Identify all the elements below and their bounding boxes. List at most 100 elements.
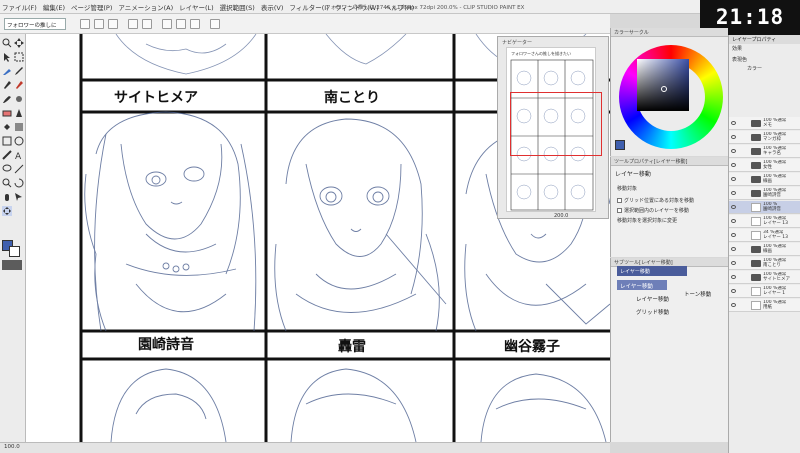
layer-name: 100 %通常 レイヤー 13 [763, 216, 789, 226]
eye-icon[interactable] [731, 191, 736, 195]
eye-icon[interactable] [731, 177, 736, 181]
option-selection-move[interactable]: 選択範囲内のレイヤーを移動 [617, 207, 689, 214]
zoom-tool-icon[interactable] [2, 38, 12, 48]
layer-thumbnail [751, 301, 761, 310]
layer-row[interactable]: 100 %通常 女性 [729, 159, 800, 172]
pen-tool-icon[interactable] [2, 80, 12, 90]
eye-icon[interactable] [731, 275, 736, 279]
sub-color-swatch[interactable] [9, 246, 20, 257]
sub-tool-group-tab[interactable]: レイヤー移動 [617, 266, 687, 276]
layer-row[interactable]: 100 %通常 レイヤー 1 [729, 285, 800, 298]
eye-icon[interactable] [731, 205, 736, 209]
navigator-thumbnail[interactable]: フォロワーさんの推しを描きたい [506, 47, 602, 212]
brush-tool-icon[interactable] [2, 94, 12, 104]
pencil-tool-icon[interactable] [14, 80, 24, 90]
menu-view[interactable]: 表示(V) [261, 2, 284, 12]
save-button[interactable] [108, 19, 118, 29]
new-file-button[interactable] [80, 19, 90, 29]
layer-row[interactable]: 100 %通常 用紙 [729, 299, 800, 312]
eye-icon[interactable] [731, 303, 736, 307]
blend-tool-icon[interactable] [14, 108, 24, 118]
deselect-button[interactable] [190, 19, 200, 29]
snap-ruler-button[interactable] [210, 19, 220, 29]
layer-row[interactable]: 100 %通常 キャラ名 [729, 145, 800, 158]
layer-row[interactable]: 34 %通常 レイヤー 13 [729, 229, 800, 242]
layer-row[interactable]: 100 %通常 線画 [729, 243, 800, 256]
airbrush-icon[interactable] [14, 94, 24, 104]
move-tool-icon[interactable] [14, 38, 24, 48]
eye-icon[interactable] [731, 149, 736, 153]
eraser-tool-icon[interactable] [2, 108, 12, 118]
folder-icon [751, 148, 761, 155]
layer-row[interactable]: 100 %通常 園崎詩音 [729, 187, 800, 200]
color-cursor[interactable] [661, 86, 667, 92]
zoom-value[interactable]: 100.0 [4, 444, 20, 450]
menu-edit[interactable]: 編集(E) [43, 2, 65, 12]
search-icon[interactable] [2, 178, 12, 188]
sub-tool-layer-move[interactable]: レイヤー移動 [617, 280, 667, 290]
layer-name: 100 %通常 南ことり [763, 258, 787, 268]
layer-row[interactable]: 100 %通常 レイヤー 13 [729, 215, 800, 228]
rotate-icon[interactable] [14, 178, 24, 188]
layer-name: 100 %通常 用紙 [763, 300, 787, 310]
expression-color-value[interactable]: カラー [747, 65, 762, 72]
layer-row[interactable]: 100 %通常 メモ [729, 117, 800, 130]
menu-file[interactable]: ファイル(F) [2, 2, 37, 12]
navigator-title: ナビゲーター [502, 40, 533, 46]
menu-filter[interactable]: フィルター(I) [289, 2, 328, 12]
navigator-view-rectangle[interactable] [510, 92, 602, 156]
eye-icon[interactable] [731, 233, 736, 237]
eye-icon[interactable] [731, 163, 736, 167]
checkbox[interactable] [617, 208, 622, 213]
ruler-tool-icon[interactable] [2, 150, 12, 160]
layer-row[interactable]: 100 %通常 南ことり [729, 257, 800, 270]
redo-button[interactable] [142, 19, 152, 29]
sub-tool-tone-move[interactable]: トーン移動 [681, 288, 727, 298]
current-color-swatch[interactable] [615, 140, 625, 150]
open-button[interactable] [94, 19, 104, 29]
document-tab[interactable]: フォロワーの推しに [4, 18, 66, 30]
menu-page[interactable]: ページ管理(P) [71, 2, 112, 12]
eyedropper-icon[interactable] [14, 66, 24, 76]
sub-tool-layer-move-2[interactable]: レイヤー移動 [633, 293, 677, 303]
menu-selection[interactable]: 選択範囲(S) [220, 2, 255, 12]
hand-tool-icon[interactable] [2, 192, 12, 202]
operation-tool-icon[interactable] [2, 52, 12, 62]
arrow-tool-icon[interactable] [14, 192, 24, 202]
eye-icon[interactable] [731, 121, 736, 125]
layer-row[interactable]: 100 %通常 マンガ枠 [729, 131, 800, 144]
correction-tool-icon[interactable] [14, 164, 24, 174]
checkbox[interactable] [617, 198, 622, 203]
navigator-zoom[interactable]: 200.0 [554, 213, 568, 219]
frame-tool-icon[interactable] [14, 136, 24, 146]
layer-move-tool-icon[interactable] [2, 206, 12, 216]
balloon-tool-icon[interactable] [2, 164, 12, 174]
menu-animation[interactable]: アニメーション(A) [118, 2, 173, 12]
eye-icon[interactable] [731, 261, 736, 265]
text-tool-icon[interactable]: A [14, 150, 24, 160]
eye-icon[interactable] [731, 219, 736, 223]
layer-property-title: レイヤープロパティ [729, 35, 800, 44]
clear-button[interactable] [162, 19, 172, 29]
layer-name: 100 %通常 レイヤー 1 [763, 286, 787, 296]
fill-tool-icon[interactable] [2, 122, 12, 132]
figure-tool-icon[interactable] [2, 136, 12, 146]
undo-button[interactable] [128, 19, 138, 29]
gradient-tool-icon[interactable] [14, 122, 24, 132]
menu-layer[interactable]: レイヤー(L) [179, 2, 214, 12]
saturation-value-square[interactable] [637, 59, 689, 111]
auto-select-icon[interactable] [2, 66, 12, 76]
layer-row[interactable]: 100 %通常 線画 [729, 173, 800, 186]
layer-row[interactable]: 100 % 園崎詩音 [729, 201, 800, 214]
transform-button[interactable] [176, 19, 186, 29]
eye-icon[interactable] [731, 289, 736, 293]
eye-icon[interactable] [731, 247, 736, 251]
option-grid-move[interactable]: グリッド位置にある対象を移動 [617, 197, 694, 204]
selection-tool-icon[interactable] [14, 52, 24, 62]
transparent-color-swatch[interactable] [2, 260, 22, 270]
eye-icon[interactable] [731, 135, 736, 139]
tool-name: レイヤー移動 [615, 171, 651, 178]
sub-tool-grid-move[interactable]: グリッド移動 [633, 306, 677, 316]
option-change-target[interactable]: 移動対象を選択対象に変更 [617, 217, 677, 224]
layer-row[interactable]: 100 %通常 サイトヒメア [729, 271, 800, 284]
